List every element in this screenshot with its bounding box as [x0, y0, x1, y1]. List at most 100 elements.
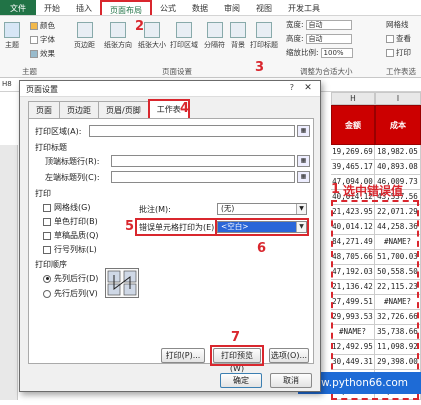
theme-fonts-button[interactable]: 字体	[30, 34, 55, 45]
draft-checkbox[interactable]: 草稿品质(Q)	[43, 230, 99, 241]
close-icon[interactable]: ✕	[300, 83, 316, 95]
width-dropdown[interactable]: 自动	[305, 19, 352, 30]
annotation-2: 2	[135, 19, 145, 34]
errors-label-highlight	[135, 218, 217, 236]
row-header[interactable]	[0, 160, 18, 175]
row-header[interactable]	[0, 325, 18, 340]
rows-to-repeat-input[interactable]	[111, 155, 295, 167]
rows-ref-icon[interactable]: ▦	[297, 155, 310, 167]
row-header[interactable]	[0, 340, 18, 355]
header-cost[interactable]: 成本	[375, 105, 421, 145]
mono-checkbox[interactable]: 单色打印(B)	[43, 216, 98, 227]
tab-data[interactable]: 数据	[184, 0, 216, 15]
page-setup-group-label: 页面设置	[162, 67, 192, 76]
table-cell[interactable]: 18,982.05	[375, 145, 421, 160]
tab-developer[interactable]: 开发工具	[280, 0, 328, 15]
table-cell[interactable]: 19,269.69	[331, 145, 375, 160]
options-button[interactable]: 选项(O)...	[269, 348, 309, 363]
effects-icon	[30, 49, 38, 58]
down-then-over-radio[interactable]: 先列后行(D)	[43, 273, 98, 284]
row-header[interactable]	[0, 385, 18, 400]
orientation-icon	[110, 22, 126, 38]
colors-icon	[30, 21, 38, 30]
tab-view[interactable]: 视图	[248, 0, 280, 15]
row-header[interactable]	[0, 235, 18, 250]
annotation-5: 5	[125, 219, 135, 234]
row-header[interactable]	[0, 205, 18, 220]
row-header[interactable]	[0, 190, 18, 205]
table-cell[interactable]: 39,465.17	[331, 160, 375, 175]
print-titles-section: 打印标题	[35, 143, 67, 152]
gridlines-checkbox[interactable]: 网格线(G)	[43, 202, 90, 213]
print-area-ref-icon[interactable]: ▦	[297, 125, 310, 137]
dialog-title: 页面设置	[26, 85, 58, 94]
chevron-down-icon: ▼	[296, 204, 306, 214]
print-area-label: 打印区域(A):	[35, 127, 82, 136]
breaks-button[interactable]: 分隔符	[204, 22, 225, 50]
ok-button[interactable]: 确定	[220, 373, 262, 388]
width-control[interactable]: 宽度: 自动	[286, 19, 352, 30]
theme-effects-button[interactable]: 效果	[30, 48, 55, 59]
tab-review[interactable]: 审阅	[216, 0, 248, 15]
help-button[interactable]: ?	[290, 83, 294, 92]
over-then-down-radio[interactable]: 先行后列(V)	[43, 288, 98, 299]
scale-group-label: 调整为合适大小	[300, 67, 353, 76]
print-area-input[interactable]	[89, 125, 295, 137]
checkbox-icon	[386, 48, 394, 57]
page-setup-dialog: 页面设置 ? ✕ 页面 页边距 页眉/页脚 工作表 4 打印区域(A): ▦ 打…	[19, 80, 321, 392]
header-amount[interactable]: 金额	[331, 105, 375, 145]
tab-insert[interactable]: 插入	[68, 0, 100, 15]
cols-to-repeat-label: 左端标题列(C):	[45, 173, 100, 182]
gridlines-print-checkbox[interactable]: 打印	[386, 47, 411, 58]
paper-size-icon	[144, 22, 160, 38]
row-header[interactable]	[0, 250, 18, 265]
tab-page-layout[interactable]: 页面布局	[100, 0, 152, 15]
row-header[interactable]	[0, 355, 18, 370]
breaks-icon	[206, 22, 223, 38]
print-titles-button[interactable]: 打印标题	[250, 22, 278, 50]
cols-to-repeat-input[interactable]	[111, 171, 295, 183]
background-button[interactable]: 背景	[230, 22, 246, 50]
themes-button[interactable]: 主题	[4, 22, 20, 50]
tab-file[interactable]: 文件	[0, 0, 36, 15]
print-area-button[interactable]: 打印区域	[170, 22, 198, 50]
margins-button[interactable]: 页边距	[74, 22, 95, 50]
row-header[interactable]	[0, 370, 18, 385]
errors-select-highlight	[215, 218, 309, 236]
theme-colors-button[interactable]: 颜色	[30, 20, 55, 31]
cancel-button[interactable]: 取消	[270, 373, 312, 388]
checkbox-icon	[43, 203, 51, 212]
row-header[interactable]	[0, 295, 18, 310]
cols-ref-icon[interactable]: ▦	[297, 171, 310, 183]
table-cell[interactable]: 40,893.08	[375, 160, 421, 175]
checkbox-icon	[386, 34, 394, 43]
sheet-options-group-label: 工作表选	[386, 67, 416, 76]
row-header[interactable]	[0, 175, 18, 190]
scale-input[interactable]: 100%	[320, 47, 353, 58]
annotation-7: 7	[231, 330, 241, 345]
selected-error-range	[331, 200, 419, 400]
column-header-h[interactable]: H	[331, 92, 375, 105]
height-control[interactable]: 高度: 自动	[286, 33, 352, 44]
orientation-button[interactable]: 纸张方向	[104, 22, 132, 50]
tab-formulas[interactable]: 公式	[152, 0, 184, 15]
page-order-preview-icon	[105, 268, 139, 298]
background-icon	[230, 22, 246, 38]
column-header-i[interactable]: I	[375, 92, 421, 105]
comments-select[interactable]: (无) ▼	[217, 203, 307, 215]
gridlines-option: 网格线	[386, 20, 409, 29]
scale-control[interactable]: 缩放比例: 100%	[286, 47, 353, 58]
row-header[interactable]	[0, 265, 18, 280]
row-header[interactable]	[0, 310, 18, 325]
height-dropdown[interactable]: 自动	[305, 33, 352, 44]
row-header[interactable]	[0, 145, 18, 160]
row-header[interactable]	[0, 280, 18, 295]
print-button[interactable]: 打印(P)...	[161, 348, 205, 363]
headings-checkbox[interactable]: 行号列标(L)	[43, 244, 97, 255]
rows-to-repeat-label: 顶端标题行(R):	[45, 157, 100, 166]
page-order-section: 打印顺序	[35, 260, 67, 269]
tab-home[interactable]: 开始	[36, 0, 68, 15]
gridlines-view-checkbox[interactable]: 查看	[386, 33, 411, 44]
print-section: 打印	[35, 189, 51, 198]
row-header[interactable]	[0, 220, 18, 235]
